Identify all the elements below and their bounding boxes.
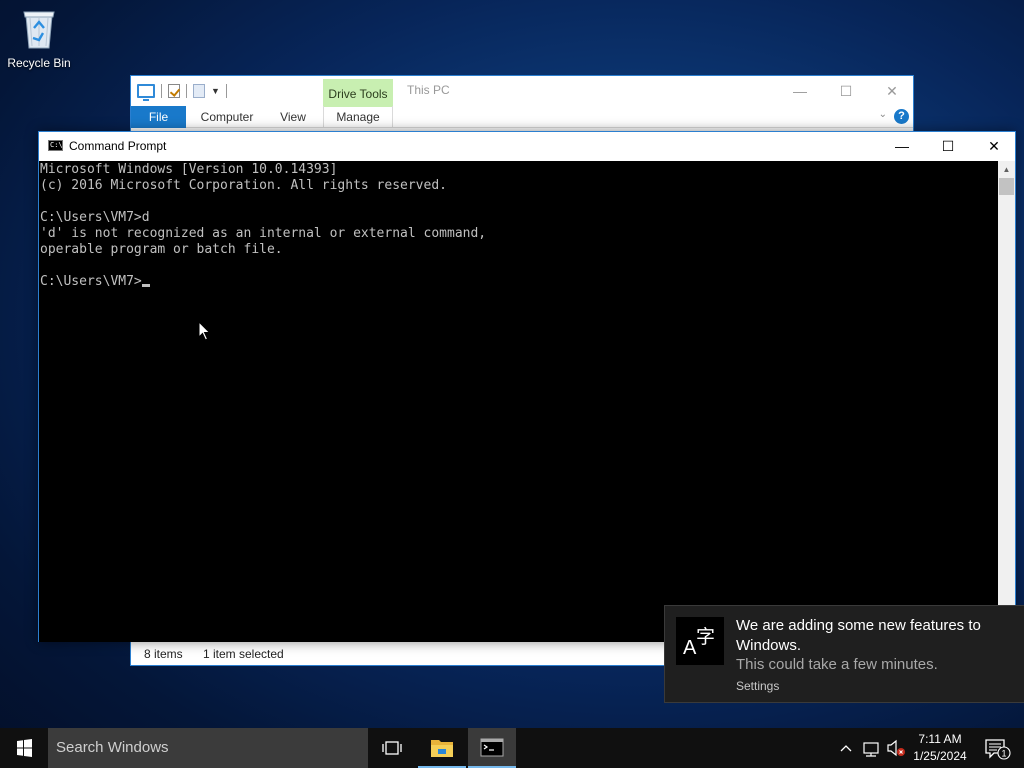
expand-ribbon-icon[interactable]: ⌄ xyxy=(879,109,887,120)
toast-body: This could take a few minutes. xyxy=(736,656,938,673)
console-scrollbar[interactable]: ▲ xyxy=(998,161,1015,642)
tab-view[interactable]: View xyxy=(267,106,319,128)
taskbar: Search Windows 7:11 AM 1/25/2024 1 xyxy=(0,728,1024,768)
clock-date: 1/25/2024 xyxy=(913,749,967,763)
new-folder-icon[interactable] xyxy=(193,84,205,98)
volume-muted-icon xyxy=(887,739,905,757)
console-line: C:\Users\VM7>d xyxy=(40,210,150,225)
console-line: operable program or batch file. xyxy=(40,242,283,257)
command-prompt-window[interactable]: C:\ Command Prompt — ☐ ✕ Microsoft Windo… xyxy=(38,131,1016,642)
status-selected-count: 1 item selected xyxy=(203,647,284,661)
qat-separator xyxy=(225,84,227,98)
desktop-icon-recycle-bin[interactable]: Recycle Bin xyxy=(2,6,76,70)
recycle-bin-icon xyxy=(23,11,55,49)
toast-attribution: Settings xyxy=(736,679,780,693)
system-clock[interactable]: 7:11 AM 1/25/2024 xyxy=(908,731,972,765)
properties-icon[interactable] xyxy=(168,84,180,98)
text-cursor xyxy=(141,284,150,287)
taskbar-file-explorer[interactable] xyxy=(418,728,466,768)
volume-button[interactable] xyxy=(884,728,908,768)
svg-text:A: A xyxy=(683,637,697,659)
explorer-close-button[interactable]: ✕ xyxy=(869,79,915,103)
explorer-maximize-button[interactable]: ☐ xyxy=(823,79,869,103)
console-output[interactable]: Microsoft Windows [Version 10.0.14393] (c… xyxy=(39,161,999,642)
explorer-ribbon-tabs: File Computer View Manage ⌄ ? xyxy=(131,106,913,128)
console-line: 'd' is not recognized as an internal or … xyxy=(40,226,487,241)
svg-text:字: 字 xyxy=(696,626,715,648)
notification-icon: 1 xyxy=(985,739,1011,760)
network-button[interactable] xyxy=(858,728,884,768)
start-button[interactable] xyxy=(0,728,48,768)
windows-logo-icon xyxy=(17,739,32,757)
qat-separator xyxy=(161,84,162,98)
tab-computer[interactable]: Computer xyxy=(187,106,267,128)
clock-time: 7:11 AM xyxy=(918,732,962,746)
this-pc-icon xyxy=(137,84,155,101)
help-icon[interactable]: ? xyxy=(894,109,909,124)
recycle-bin-label: Recycle Bin xyxy=(7,56,71,70)
task-view-button[interactable] xyxy=(368,728,416,768)
cmd-maximize-button[interactable]: ☐ xyxy=(925,132,971,161)
quick-access-toolbar: ▼ xyxy=(137,81,227,101)
explorer-window-title: This PC xyxy=(407,83,450,97)
console-line: Microsoft Windows [Version 10.0.14393] xyxy=(40,162,338,177)
cmd-minimize-button[interactable]: — xyxy=(879,132,925,161)
toast-title: We are adding some new features to Windo… xyxy=(736,617,981,654)
action-center-button[interactable]: 1 xyxy=(978,728,1018,768)
task-view-icon xyxy=(382,741,402,755)
explorer-minimize-button[interactable]: — xyxy=(777,79,823,103)
status-item-count: 8 items xyxy=(144,647,183,661)
scrollbar-thumb[interactable] xyxy=(999,178,1014,195)
tab-file[interactable]: File xyxy=(131,106,186,128)
folder-icon xyxy=(431,740,453,757)
cmd-window-title: Command Prompt xyxy=(69,139,167,153)
chevron-up-icon xyxy=(840,745,852,752)
mouse-pointer-icon xyxy=(198,321,211,341)
taskbar-command-prompt[interactable] xyxy=(468,728,516,768)
show-hidden-icons-button[interactable] xyxy=(836,728,856,768)
cmd-titlebar[interactable]: C:\ Command Prompt — ☐ ✕ xyxy=(39,132,1015,161)
toast-notification[interactable]: A 字 We are adding some new features to W… xyxy=(664,605,1024,703)
drive-tools-contextual-tab: Drive Tools xyxy=(323,79,393,107)
cmd-icon: C:\ xyxy=(48,140,63,151)
customize-qat-icon[interactable]: ▼ xyxy=(211,86,220,96)
notification-count: 1 xyxy=(1001,749,1006,759)
cmd-close-button[interactable]: ✕ xyxy=(971,132,1017,161)
scroll-up-icon[interactable]: ▲ xyxy=(998,161,1015,178)
cmd-icon xyxy=(480,738,504,757)
explorer-titlebar[interactable]: ▼ Drive Tools This PC — ☐ ✕ xyxy=(131,76,915,107)
search-box[interactable]: Search Windows xyxy=(48,728,368,768)
console-line: C:\Users\VM7> xyxy=(40,274,999,290)
qat-separator xyxy=(186,84,187,98)
console-line: (c) 2016 Microsoft Corporation. All righ… xyxy=(40,178,447,193)
language-icon: A 字 xyxy=(676,617,724,665)
tab-manage[interactable]: Manage xyxy=(323,106,393,128)
network-icon xyxy=(863,742,879,757)
